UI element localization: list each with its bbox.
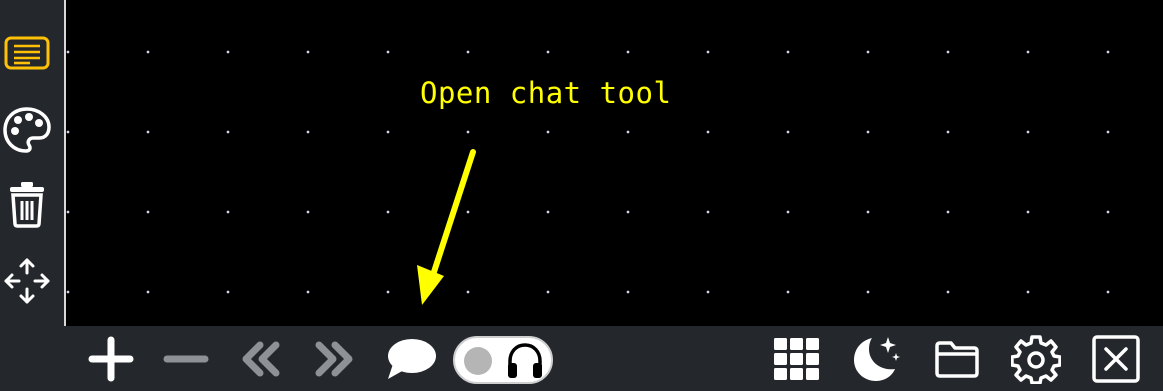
close-icon (1092, 335, 1140, 383)
toggle-knob (464, 347, 492, 375)
night-mode-icon (854, 337, 900, 381)
add-button[interactable] (86, 334, 136, 384)
settings-button[interactable] (1009, 334, 1063, 384)
annotation-arrow (417, 149, 476, 305)
trash-icon (10, 182, 44, 228)
audio-toggle[interactable] (453, 336, 553, 384)
night-mode-button[interactable] (849, 334, 903, 384)
minus-icon (163, 355, 209, 363)
dot-grid-canvas[interactable] (66, 0, 1163, 326)
folder-icon (935, 341, 979, 378)
notes-icon (4, 36, 50, 70)
rewind-icon (242, 341, 280, 377)
sidebar (0, 0, 66, 326)
move-arrows-icon (4, 258, 50, 304)
move-button[interactable] (0, 254, 54, 308)
delete-button[interactable] (0, 177, 54, 231)
chat-button[interactable] (383, 334, 439, 384)
open-folder-button[interactable] (930, 334, 984, 384)
bottom-toolbar (0, 326, 1163, 391)
chat-bubble-icon (388, 339, 436, 379)
headphones-icon (508, 343, 542, 378)
settings-icon (1011, 335, 1061, 384)
grid-icon (774, 338, 819, 380)
step-back-button[interactable] (236, 334, 286, 384)
remove-button[interactable] (161, 334, 211, 384)
palette-icon (3, 107, 51, 153)
annotation-text: Open chat tool (420, 76, 672, 110)
grid-button[interactable] (770, 334, 824, 384)
fast-forward-icon (315, 341, 353, 377)
close-button[interactable] (1089, 334, 1143, 384)
notes-button[interactable] (0, 26, 54, 80)
plus-icon (88, 336, 134, 382)
palette-button[interactable] (0, 103, 54, 157)
step-forward-button[interactable] (309, 334, 359, 384)
